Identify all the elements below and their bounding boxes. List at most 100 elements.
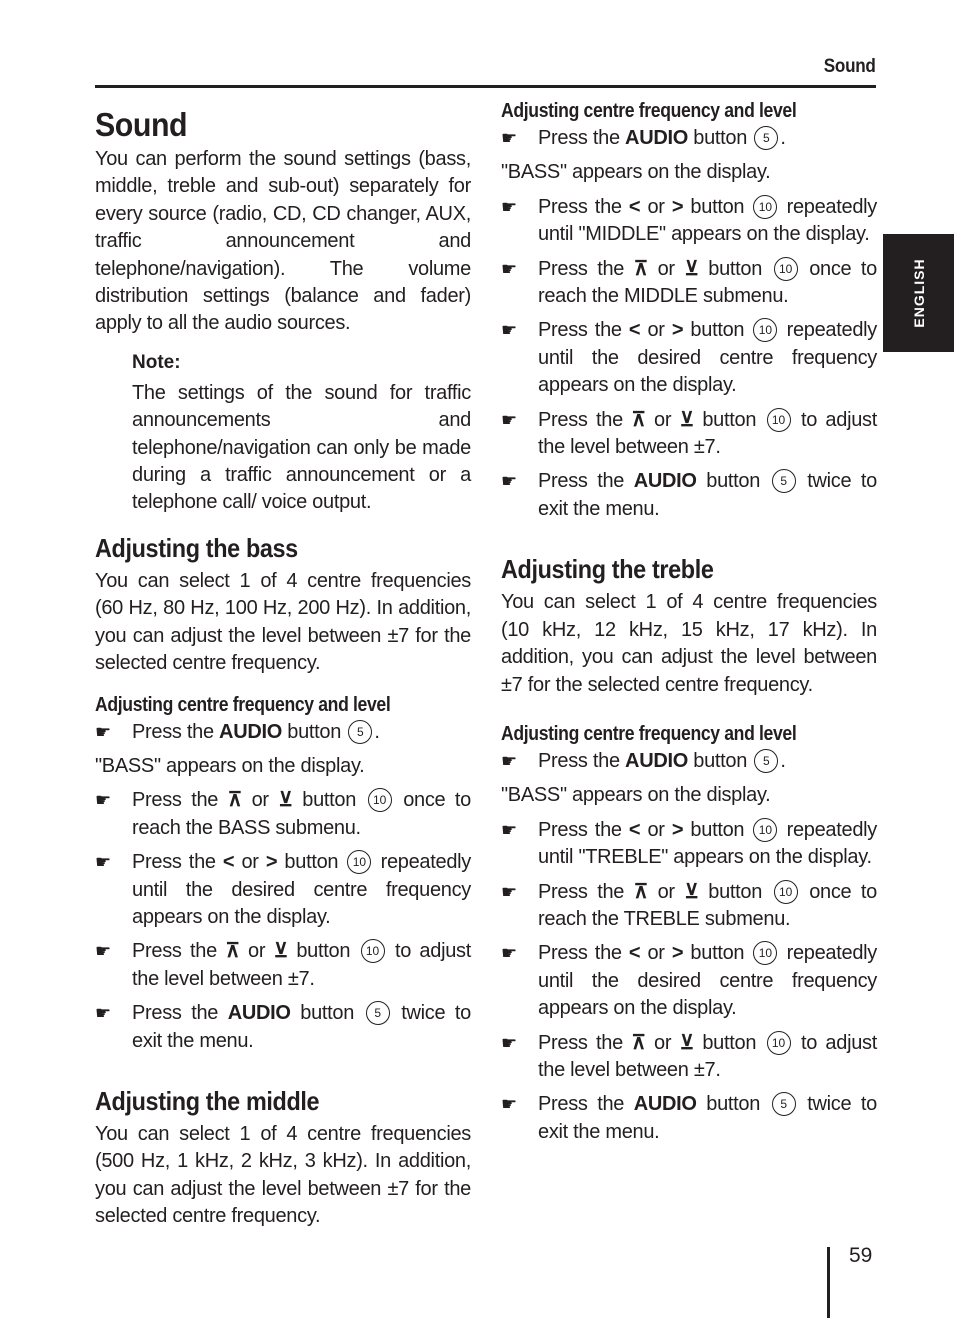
audio-key-label: AUDIO bbox=[219, 720, 282, 743]
up-arrow-icon: ⊼ bbox=[631, 408, 646, 431]
pointing-hand-icon: ☛ bbox=[501, 750, 517, 771]
pointing-hand-icon: ☛ bbox=[501, 409, 517, 430]
instruction-step: ☛ Press the AUDIO button 5 twice to exit … bbox=[501, 1091, 877, 1146]
instruction-step: ☛ Press the < or > button 10 repeatedly u… bbox=[501, 194, 877, 249]
middle-heading: Adjusting the middle bbox=[95, 1085, 320, 1116]
bass-subheading: Adjusting centre frequency and level bbox=[95, 693, 391, 716]
display-note: "BASS" appears on the display. bbox=[501, 161, 771, 184]
step-text: Press the ⊼ or ⊻ button 10 once to reach… bbox=[538, 256, 878, 308]
language-tab: ENGLISH bbox=[883, 234, 954, 352]
step-text: Press the < or > button 10 repeatedly un… bbox=[538, 318, 878, 397]
button-number-badge: 5 bbox=[365, 1001, 390, 1026]
audio-key-label: AUDIO bbox=[625, 127, 688, 149]
instruction-step: ☛ Press the ⊼ or ⊻ button 10 to adjust th… bbox=[95, 938, 471, 993]
treble-steps: ☛ Press the AUDIO button 5. "BASS" appears… bbox=[501, 748, 877, 1146]
instruction-step: ☛ Press the < or > button 10 repeatedly u… bbox=[501, 317, 877, 399]
step-text: Press the AUDIO button 5 twice to exit t… bbox=[132, 1001, 471, 1052]
instruction-step: ☛ Press the ⊼ or ⊻ button 10 to adjust th… bbox=[501, 1030, 877, 1085]
step-text: Press the < or > button 10 repeatedly un… bbox=[132, 850, 472, 928]
pointing-hand-icon: ☛ bbox=[501, 943, 517, 964]
bass-body: You can select 1 of 4 centre frequencies… bbox=[95, 569, 471, 675]
audio-key-label: AUDIO bbox=[227, 1002, 291, 1025]
instruction-step: ☛ Press the < or > button 10 repeatedly u… bbox=[501, 940, 877, 1022]
pointing-hand-icon: ☛ bbox=[501, 320, 517, 341]
button-number-badge: 5 bbox=[348, 719, 373, 744]
button-number-badge: 5 bbox=[771, 469, 796, 494]
audio-key-label: AUDIO bbox=[625, 749, 688, 772]
bass-steps: ☛ Press the AUDIO button 5. "BASS" appears… bbox=[95, 719, 471, 1055]
down-arrow-icon: ⊻ bbox=[273, 940, 289, 963]
right-arrow-icon: > bbox=[671, 319, 684, 342]
instruction-step: ☛ Press the ⊼ or ⊻ button 10 once to reac… bbox=[95, 787, 471, 842]
step-text: Press the ⊼ or ⊻ button 10 to adjust the… bbox=[538, 407, 877, 459]
left-arrow-icon: < bbox=[222, 851, 235, 874]
step-text: Press the AUDIO button 5 twice to exit t… bbox=[538, 469, 877, 520]
header-rule bbox=[95, 85, 876, 88]
pointing-hand-icon: ☛ bbox=[95, 852, 111, 873]
page-title: Sound bbox=[95, 106, 188, 143]
pointing-hand-icon: ☛ bbox=[501, 196, 517, 217]
pointing-hand-icon: ☛ bbox=[501, 1094, 517, 1115]
button-number-badge: 10 bbox=[347, 850, 372, 875]
right-column: Adjusting centre frequency and level ☛ Pr… bbox=[501, 100, 877, 1153]
pointing-hand-icon: ☛ bbox=[95, 790, 111, 811]
down-arrow-icon: ⊻ bbox=[679, 408, 695, 431]
up-arrow-icon: ⊼ bbox=[225, 940, 240, 963]
instruction-step: ☛ Press the AUDIO button 5 twice to exit … bbox=[501, 468, 877, 523]
pointing-hand-icon: ☛ bbox=[501, 471, 517, 492]
middle-subheading: Adjusting centre frequency and level bbox=[501, 100, 797, 122]
button-number-badge: 5 bbox=[771, 1092, 796, 1117]
audio-key-label: AUDIO bbox=[633, 1093, 697, 1116]
button-number-badge: 10 bbox=[360, 939, 385, 964]
note-label: Note: bbox=[132, 351, 181, 373]
instruction-step: ☛ Press the ⊼ or ⊻ button 10 once to reac… bbox=[501, 879, 877, 934]
pointing-hand-icon: ☛ bbox=[501, 819, 517, 840]
step-text: Press the AUDIO button 5. bbox=[538, 748, 786, 773]
bass-heading: Adjusting the bass bbox=[95, 532, 298, 563]
button-number-badge: 10 bbox=[753, 817, 778, 842]
step-text: Press the ⊼ or ⊻ button 10 once to reach… bbox=[132, 788, 472, 839]
button-number-badge: 10 bbox=[773, 256, 798, 281]
pointing-hand-icon: ☛ bbox=[95, 1003, 111, 1024]
button-number-badge: 10 bbox=[753, 318, 778, 343]
pointing-hand-icon: ☛ bbox=[501, 258, 517, 279]
up-arrow-icon: ⊼ bbox=[227, 789, 243, 812]
step-text: Press the < or > button 10 repeatedly un… bbox=[538, 941, 878, 1020]
button-number-badge: 5 bbox=[754, 126, 779, 150]
middle-steps: ☛ Press the AUDIO button 5. "BASS" appears… bbox=[501, 125, 877, 523]
step-text: Press the AUDIO button 5. bbox=[538, 126, 786, 150]
treble-heading: Adjusting the treble bbox=[501, 554, 714, 585]
button-number-badge: 10 bbox=[753, 941, 778, 966]
language-tab-label: ENGLISH bbox=[910, 258, 927, 328]
down-arrow-icon: ⊻ bbox=[684, 257, 699, 280]
instruction-step: ☛ Press the AUDIO button 5. bbox=[95, 719, 471, 746]
step-text: Press the ⊼ or ⊻ button 10 to adjust the… bbox=[132, 939, 471, 990]
step-text: Press the ⊼ or ⊻ button 10 to adjust the… bbox=[538, 1030, 877, 1081]
down-arrow-icon: ⊻ bbox=[684, 880, 699, 903]
left-column: Sound You can perform the sound settings… bbox=[95, 100, 471, 1231]
intro-paragraph: You can perform the sound settings (bass… bbox=[95, 148, 471, 335]
right-arrow-icon: > bbox=[671, 818, 684, 841]
treble-body: You can select 1 of 4 centre frequencies… bbox=[501, 591, 877, 696]
instruction-step: ☛ Press the ⊼ or ⊻ button 10 to adjust th… bbox=[501, 407, 877, 462]
pointing-hand-icon: ☛ bbox=[501, 1032, 517, 1053]
left-arrow-icon: < bbox=[628, 319, 641, 342]
up-arrow-icon: ⊼ bbox=[633, 880, 649, 903]
step-text: Press the < or > button 10 repeatedly un… bbox=[538, 817, 878, 869]
running-head: Sound bbox=[824, 56, 876, 77]
page-number: 59 bbox=[849, 1244, 873, 1267]
down-arrow-icon: ⊻ bbox=[679, 1031, 695, 1054]
pointing-hand-icon: ☛ bbox=[501, 128, 517, 148]
audio-key-label: AUDIO bbox=[633, 470, 697, 493]
button-number-badge: 10 bbox=[766, 1030, 791, 1055]
step-text: Press the < or > button 10 repeatedly un… bbox=[538, 194, 878, 246]
pointing-hand-icon: ☛ bbox=[501, 881, 517, 902]
button-number-badge: 10 bbox=[753, 194, 778, 219]
instruction-step: ☛ Press the < or > button 10 repeatedly u… bbox=[95, 849, 471, 931]
button-number-badge: 10 bbox=[773, 879, 798, 904]
instruction-step: ☛ Press the AUDIO button 5. bbox=[501, 748, 877, 775]
step-text: Press the ⊼ or ⊻ button 10 once to reach… bbox=[538, 879, 878, 930]
footer-rule bbox=[827, 1247, 830, 1318]
step-text: Press the AUDIO button 5. bbox=[132, 719, 380, 744]
instruction-step: ☛ Press the AUDIO button 5 twice to exit … bbox=[95, 1000, 471, 1055]
